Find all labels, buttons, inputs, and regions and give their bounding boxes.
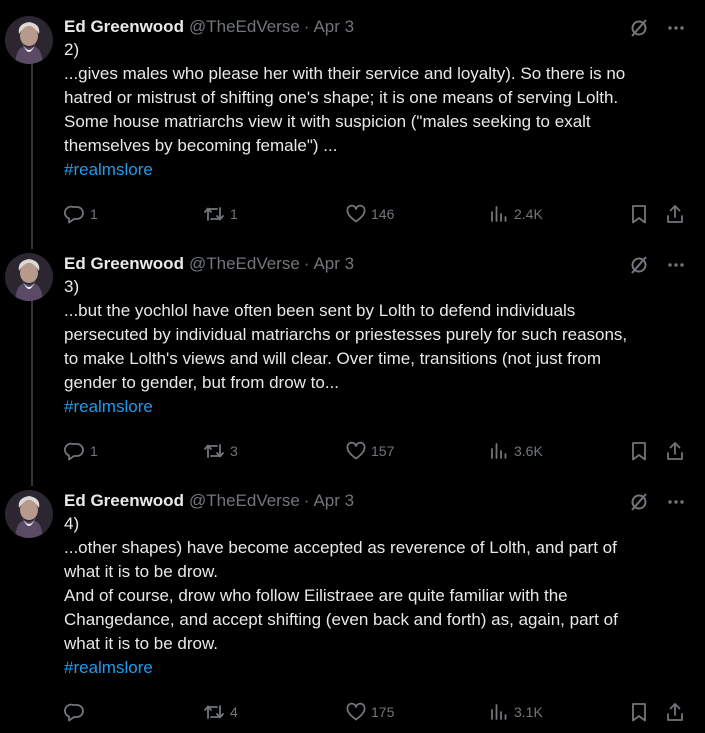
views-count: 3.6K <box>514 443 543 459</box>
author-name[interactable]: Ed Greenwood <box>64 491 184 511</box>
like-icon <box>346 441 366 460</box>
tweet-text-line: what it is to be drow. <box>64 562 219 581</box>
repost-icon <box>204 705 224 719</box>
tweet-text: 2) ...gives males who please her with th… <box>64 38 694 182</box>
reply-icon <box>64 442 84 461</box>
tweet-text-line: ...other shapes) have become accepted as… <box>64 538 617 557</box>
reply-button[interactable] <box>64 700 90 724</box>
hashtag-link[interactable]: #realmslore <box>64 656 694 680</box>
tweet-actions: 1 3 157 3.6K <box>64 439 688 463</box>
reply-button[interactable]: 1 <box>64 439 98 463</box>
tweet-text-line: what it is to be drow. <box>64 634 219 653</box>
tweet-text-line: 4) <box>64 514 80 533</box>
repost-button[interactable]: 1 <box>202 202 238 226</box>
author-handle[interactable]: @TheEdVerse <box>189 17 300 37</box>
repost-count: 3 <box>230 443 238 459</box>
views-count: 3.1K <box>514 704 543 720</box>
separator: · <box>303 491 310 510</box>
timestamp[interactable]: Apr 3 <box>313 254 354 274</box>
bookmark-icon <box>632 703 646 722</box>
bookmark-icon <box>632 205 646 224</box>
tweet-text-line: themselves by becoming female") ... <box>64 136 338 155</box>
tweet-text-line: hatred or mistrust of shifting one's sha… <box>64 88 619 107</box>
views-button[interactable]: 3.1K <box>488 700 543 724</box>
tweet[interactable]: Ed Greenwood @TheEdVerse · Apr 3 3) ...b… <box>0 253 705 473</box>
tweet-text-line: And of course, drow who follow Eilistrae… <box>64 586 568 605</box>
like-count: 175 <box>371 704 395 720</box>
separator: · <box>303 17 310 36</box>
reply-button[interactable]: 1 <box>64 202 98 226</box>
like-count: 146 <box>371 206 395 222</box>
repost-icon <box>204 207 224 221</box>
timestamp[interactable]: Apr 3 <box>313 491 354 511</box>
share-icon <box>667 703 683 721</box>
tweet[interactable]: Ed Greenwood @TheEdVerse · Apr 3 4) ...o… <box>0 490 705 733</box>
tweet-header: Ed Greenwood @TheEdVerse · Apr 3 <box>64 253 354 275</box>
bookmark-button[interactable] <box>628 439 650 463</box>
repost-icon <box>204 444 224 458</box>
hashtag-link[interactable]: #realmslore <box>64 395 694 419</box>
tweet-actions: 1 1 146 2.4K <box>64 202 688 226</box>
tweet-text: 3) ...but the yochlol have often been se… <box>64 275 694 419</box>
views-count: 2.4K <box>514 206 543 222</box>
tweet-text-line: to make Lolth's views and will clear. Ov… <box>64 349 602 368</box>
tweet-text-line: 3) <box>64 277 80 296</box>
tweet-header: Ed Greenwood @TheEdVerse · Apr 3 <box>64 490 354 512</box>
author-handle[interactable]: @TheEdVerse <box>189 491 300 511</box>
like-button[interactable]: 175 <box>345 700 394 724</box>
views-icon <box>491 206 507 222</box>
repost-button[interactable]: 4 <box>202 700 238 724</box>
tweet-text-line: 2) <box>64 40 80 59</box>
tweet-text-line: gender to gender, but from drow to... <box>64 373 339 392</box>
views-button[interactable]: 2.4K <box>488 202 543 226</box>
author-name[interactable]: Ed Greenwood <box>64 254 184 274</box>
tweet-text-line: Changedance, and accept shifting (even b… <box>64 610 618 629</box>
reply-count: 1 <box>90 443 98 459</box>
views-icon <box>491 704 507 720</box>
tweet-actions: 4 175 3.1K <box>64 700 688 724</box>
views-button[interactable]: 3.6K <box>488 439 543 463</box>
tweet-text: 4) ...other shapes) have become accepted… <box>64 512 694 680</box>
like-icon <box>346 702 366 721</box>
like-icon <box>346 204 366 223</box>
author-name[interactable]: Ed Greenwood <box>64 17 184 37</box>
views-icon <box>491 443 507 459</box>
repost-button[interactable]: 3 <box>202 439 238 463</box>
tweet-text-line: ...gives males who please her with their… <box>64 64 626 83</box>
reply-icon <box>64 205 84 224</box>
bookmark-button[interactable] <box>628 202 650 226</box>
avatar[interactable] <box>5 490 53 538</box>
repost-count: 1 <box>230 206 238 222</box>
like-button[interactable]: 146 <box>345 202 394 226</box>
tweet-header: Ed Greenwood @TheEdVerse · Apr 3 <box>64 16 354 38</box>
hashtag-link[interactable]: #realmslore <box>64 158 694 182</box>
reply-count: 1 <box>90 206 98 222</box>
tweet-text-line: Some house matriarchs view it with suspi… <box>64 112 591 131</box>
share-icon <box>667 205 683 223</box>
tweet[interactable]: Ed Greenwood @TheEdVerse · Apr 3 2) ...g… <box>0 16 705 236</box>
like-button[interactable]: 157 <box>345 439 394 463</box>
avatar[interactable] <box>5 16 53 64</box>
bookmark-button[interactable] <box>628 700 650 724</box>
like-count: 157 <box>371 443 395 459</box>
author-handle[interactable]: @TheEdVerse <box>189 254 300 274</box>
reply-icon <box>64 703 84 722</box>
share-icon <box>667 442 683 460</box>
share-button[interactable] <box>664 700 686 724</box>
separator: · <box>303 254 310 273</box>
timestamp[interactable]: Apr 3 <box>313 17 354 37</box>
avatar[interactable] <box>5 253 53 301</box>
share-button[interactable] <box>664 202 686 226</box>
share-button[interactable] <box>664 439 686 463</box>
tweet-text-line: persecuted by individual matriarchs or p… <box>64 325 628 344</box>
tweet-text-line: ...but the yochlol have often been sent … <box>64 301 576 320</box>
bookmark-icon <box>632 442 646 461</box>
repost-count: 4 <box>230 704 238 720</box>
